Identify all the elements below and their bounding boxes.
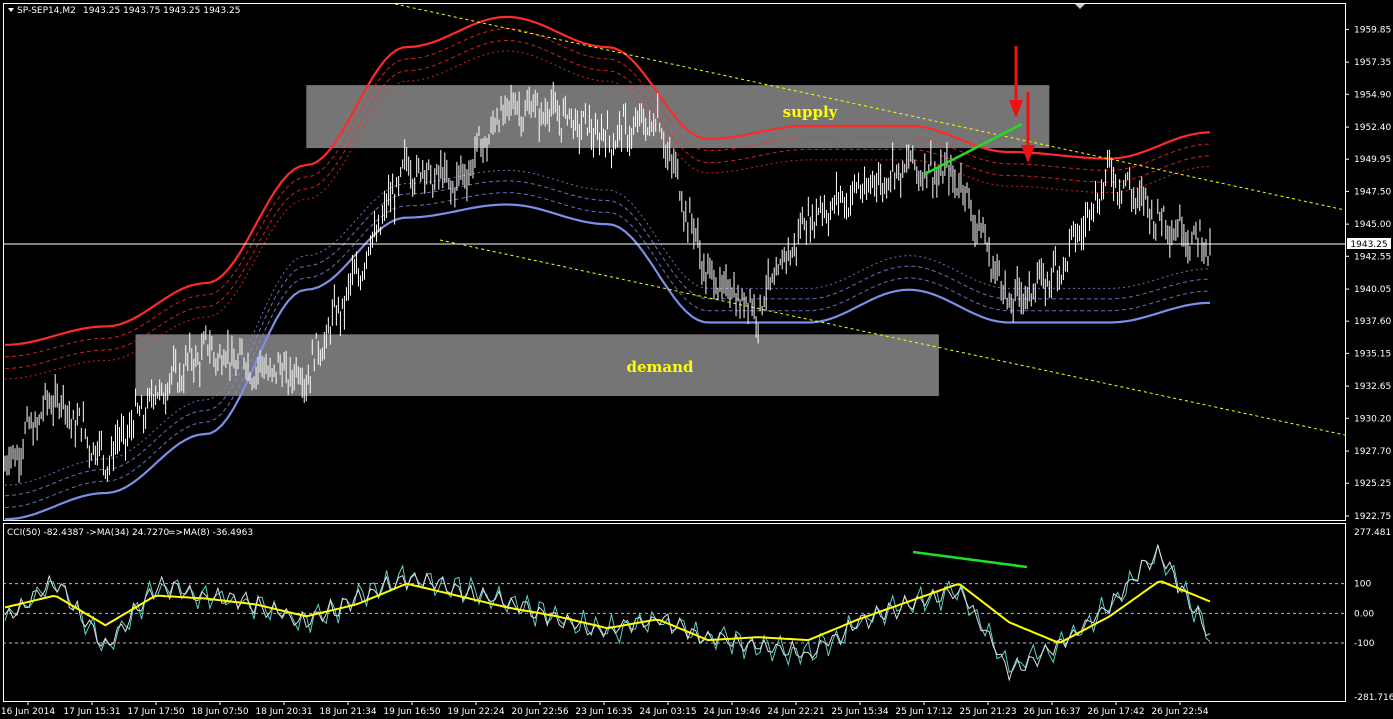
- time-tick-label: 19 Jun 16:50: [383, 707, 440, 717]
- price-axis: 1959.85 1957.35 1954.90 1952.40 1949.95 1947.…: [1345, 25, 1391, 522]
- ma8-readout: =>MA(8) -36.4963: [168, 528, 253, 538]
- cci-tick-label: 277.481: [1354, 528, 1391, 538]
- price-tick-label: 1952.40: [1354, 123, 1391, 133]
- cci-tick-label: -281.7165: [1354, 693, 1393, 703]
- time-tick-label: 18 Jun 07:50: [191, 707, 248, 717]
- supply-zone: [306, 85, 1050, 149]
- time-tick-label: 16 Jun 2014: [1, 707, 55, 717]
- time-tick-label: 17 Jun 17:50: [127, 707, 184, 717]
- ma34-readout: ->MA(34) 24.7270: [86, 528, 170, 538]
- time-tick-label: 18 Jun 21:34: [319, 707, 376, 717]
- price-tick-label: 1954.90: [1354, 90, 1391, 100]
- price-panel-frame: [3, 3, 1346, 521]
- price-tick-label: 1959.85: [1354, 25, 1391, 35]
- price-tick-label: 1935.15: [1354, 349, 1391, 359]
- price-tick-label: 1925.25: [1354, 479, 1391, 489]
- price-tick-label: 1947.50: [1354, 187, 1391, 197]
- time-tick-label: 26 Jun 22:54: [1151, 707, 1208, 717]
- time-tick-label: 25 Jun 15:34: [831, 707, 888, 717]
- price-tick-label: 1945.00: [1354, 220, 1391, 230]
- time-tick-label: 20 Jun 22:56: [511, 707, 568, 717]
- cci-tick-label: -100: [1354, 639, 1375, 649]
- current-price-value: 1943.25: [1350, 240, 1387, 250]
- demand-zone-label: demand: [626, 358, 694, 376]
- price-tick-label: 1932.65: [1354, 382, 1391, 392]
- cci-axis: 277.481 100 0.00 -100 -281.7165: [1354, 528, 1393, 703]
- time-tick-label: 26 Jun 17:42: [1087, 707, 1144, 717]
- time-tick-label: 24 Jun 19:46: [703, 707, 760, 717]
- cci-tick-label: 100: [1354, 580, 1371, 590]
- time-tick-label: 17 Jun 15:31: [63, 707, 120, 717]
- ohlc-readout: 1943.25 1943.75 1943.25 1943.25: [83, 6, 240, 16]
- indicator-panel-frame: [3, 523, 1346, 702]
- supply-zone-label: supply: [783, 103, 839, 121]
- time-tick-label: 24 Jun 03:15: [639, 707, 696, 717]
- price-tick-label: 1922.75: [1354, 512, 1391, 522]
- time-tick-label: 26 Jun 16:37: [1023, 707, 1080, 717]
- time-axis: 16 Jun 2014 17 Jun 15:31 17 Jun 17:50 18 Ju…: [1, 701, 1209, 717]
- cci-tick-label: 0.00: [1354, 609, 1374, 619]
- time-tick-label: 25 Jun 17:12: [895, 707, 952, 717]
- price-tick-label: 1942.55: [1354, 252, 1391, 262]
- price-tick-label: 1940.05: [1354, 285, 1391, 295]
- price-tick-label: 1937.60: [1354, 317, 1391, 327]
- time-tick-label: 24 Jun 22:21: [767, 707, 824, 717]
- symbol-label: SP-SEP14,M2: [17, 6, 76, 16]
- cci-readout: CCI(50) -82.4387: [7, 528, 84, 538]
- trading-chart[interactable]: 1959.85 1957.35 1954.90 1952.40 1949.95 1947.…: [0, 0, 1393, 719]
- time-tick-label: 18 Jun 20:31: [255, 707, 312, 717]
- price-tick-label: 1930.20: [1354, 414, 1391, 424]
- time-tick-label: 25 Jun 21:23: [959, 707, 1016, 717]
- time-tick-label: 19 Jun 22:24: [447, 707, 504, 717]
- price-tick-label: 1957.35: [1354, 58, 1391, 68]
- price-tick-label: 1927.70: [1354, 447, 1391, 457]
- time-tick-label: 23 Jun 16:35: [575, 707, 632, 717]
- price-tick-label: 1949.95: [1354, 155, 1391, 165]
